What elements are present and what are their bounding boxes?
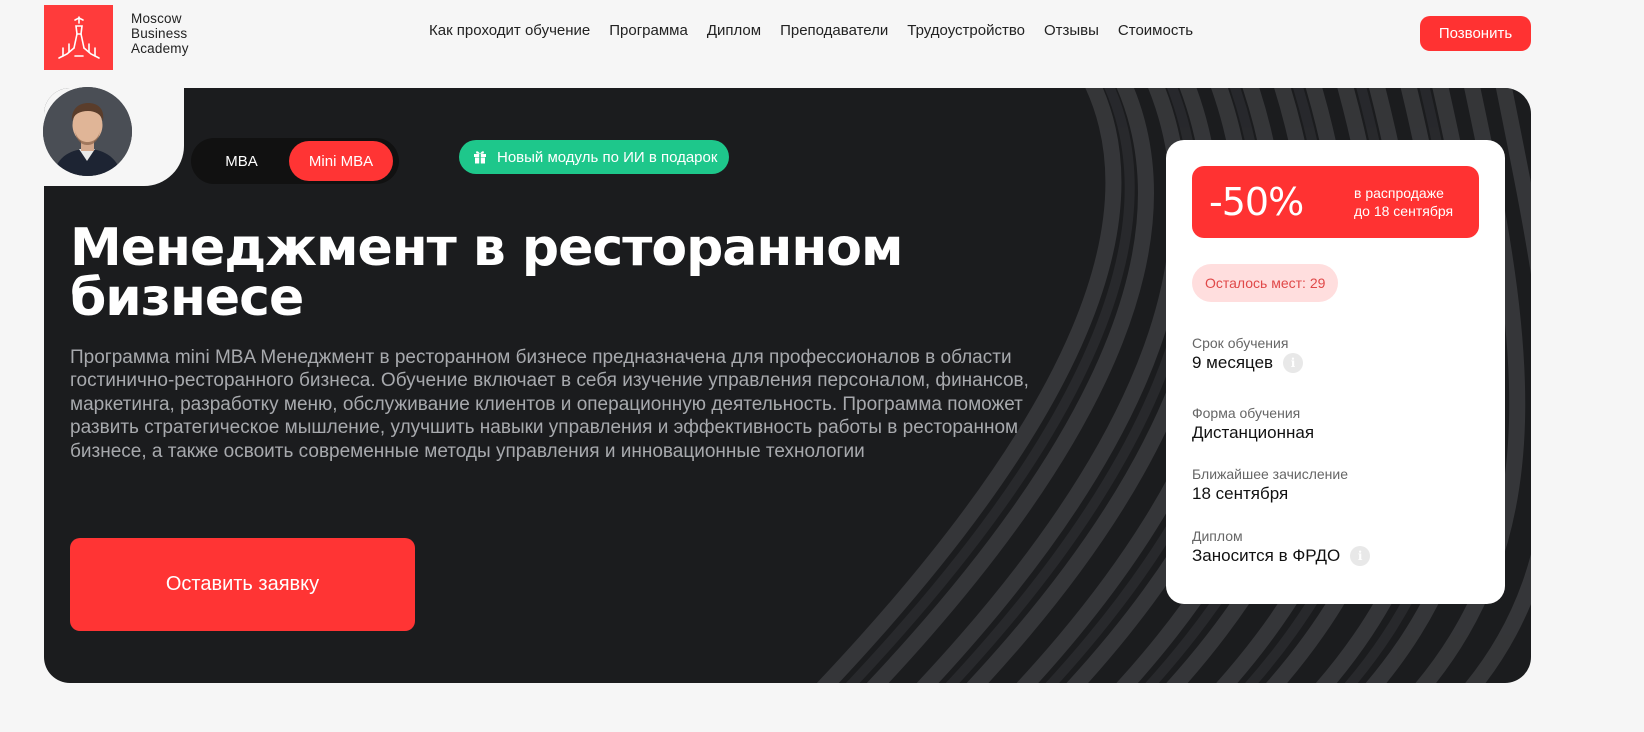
brand-name[interactable]: Moscow Business Academy <box>131 11 189 56</box>
page-title-line: Менеджмент в ресторанном <box>70 218 903 278</box>
info-row-format: Форма обучения Дистанционная <box>1192 404 1314 444</box>
info-label: Срок обучения <box>1192 335 1289 351</box>
info-icon[interactable]: i <box>1283 353 1304 373</box>
nav-item-teachers[interactable]: Преподаватели <box>780 22 888 39</box>
info-value-text: Заносится в ФРДО <box>1192 546 1341 565</box>
info-value: 9 месяцев i <box>1192 352 1304 374</box>
info-value: Дистанционная <box>1192 422 1314 444</box>
info-label: Диплом <box>1192 528 1243 544</box>
info-label: Ближайшее зачисление <box>1192 466 1348 482</box>
person-icon <box>43 87 132 176</box>
gift-badge-label: Новый модуль по ИИ в подарок <box>497 148 718 166</box>
toggle-option-mba[interactable]: MBA <box>194 141 289 181</box>
nav-item-employment[interactable]: Трудоустройство <box>907 22 1025 39</box>
avatar <box>43 87 132 176</box>
apply-button[interactable]: Оставить заявку <box>70 538 415 631</box>
info-icon[interactable]: i <box>1350 546 1371 566</box>
page-title: Менеджмент в ресторанном бизнесе <box>70 218 970 328</box>
info-row-enrollment: Ближайшее зачисление 18 сентября <box>1192 465 1348 505</box>
call-button[interactable]: Позвонить <box>1420 16 1531 51</box>
sale-note-line: в распродаже <box>1354 185 1444 201</box>
seats-left-badge: Осталось мест: 29 <box>1192 264 1339 302</box>
brand-name-line: Academy <box>131 41 189 56</box>
nav-item-how-it-works[interactable]: Как проходит обучение <box>429 22 590 39</box>
info-row-duration: Срок обучения 9 месяцев i <box>1192 334 1304 374</box>
info-value: Заносится в ФРДО i <box>1192 545 1371 567</box>
info-row-diploma: Диплом Заносится в ФРДО i <box>1192 527 1371 567</box>
program-description: Программа mini MBA Менеджмент в ресторан… <box>70 347 1029 462</box>
program-type-toggle: MBA Mini MBA <box>191 138 399 184</box>
gift-badge[interactable]: Новый модуль по ИИ в подарок <box>459 140 730 174</box>
kremlin-tower-icon <box>57 15 100 59</box>
program-info-card: -50% в распродаже до 18 сентября Осталос… <box>1166 140 1505 604</box>
info-value-text: 18 сентября <box>1192 484 1289 503</box>
nav-item-reviews[interactable]: Отзывы <box>1044 22 1099 39</box>
logo-mark[interactable] <box>44 5 113 70</box>
page-title-line: бизнесе <box>70 268 304 328</box>
sale-note: в распродаже до 18 сентября <box>1354 184 1453 220</box>
sale-percent: -50% <box>1209 180 1304 224</box>
nav-item-program[interactable]: Программа <box>609 22 688 39</box>
info-value: 18 сентября <box>1192 483 1348 505</box>
sale-banner: -50% в распродаже до 18 сентября <box>1192 166 1479 238</box>
main-nav: Как проходит обучение Программа Диплом П… <box>429 22 1212 39</box>
toggle-option-mini-mba[interactable]: Mini MBA <box>289 141 393 181</box>
gift-icon <box>473 150 487 164</box>
brand-name-line: Moscow <box>131 11 182 26</box>
nav-item-price[interactable]: Стоимость <box>1118 22 1193 39</box>
info-value-text: Дистанционная <box>1192 423 1315 442</box>
brand-name-line: Business <box>131 26 188 41</box>
sale-note-line: до 18 сентября <box>1354 203 1454 219</box>
info-label: Форма обучения <box>1192 405 1301 421</box>
nav-item-diploma[interactable]: Диплом <box>707 22 761 39</box>
info-value-text: 9 месяцев <box>1192 353 1274 372</box>
